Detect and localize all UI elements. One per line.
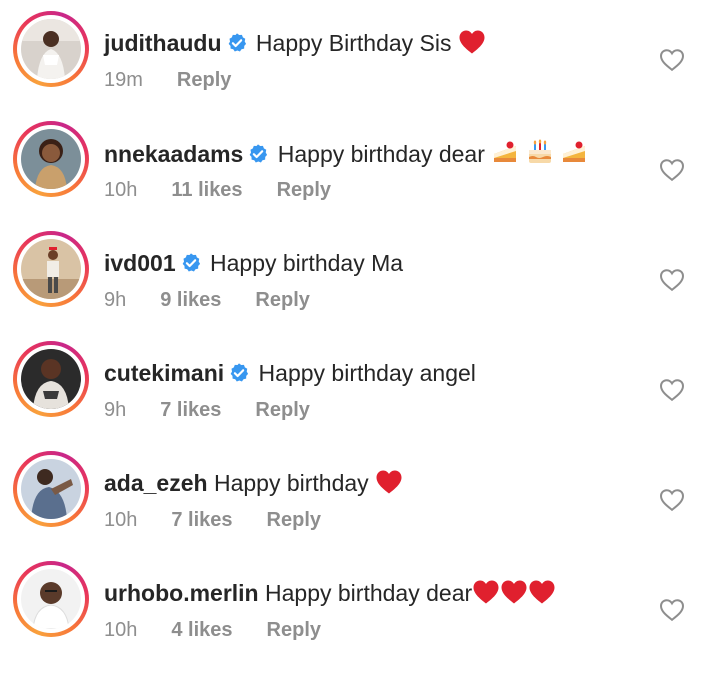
comment-item: ada_ezeh Happy birthday 10h 7 likes Reply	[0, 440, 720, 550]
comment-meta: 10h 4 likes Reply	[104, 617, 321, 643]
story-ring[interactable]	[13, 451, 89, 527]
birthday-cake-icon	[526, 138, 554, 173]
comment-meta: 19m Reply	[104, 67, 231, 93]
comment-text: Happy Birthday Sis	[255, 30, 452, 56]
comment-meta: 9h 9 likes Reply	[104, 287, 310, 313]
comment-meta: 10h 11 likes Reply	[104, 177, 331, 203]
comment-item: ivd001 Happy birthday Ma 9h 9 likes Reply	[0, 220, 720, 330]
comment-item: judithaudu Happy Birthday Sis 19m Reply	[0, 0, 720, 110]
timestamp: 10h	[104, 619, 138, 641]
comment-text: Happy birthday	[213, 470, 369, 496]
like-button[interactable]	[659, 488, 685, 512]
likes-count[interactable]: 7 likes	[171, 507, 232, 533]
comment-meta: 9h 7 likes Reply	[104, 397, 310, 423]
heart-outline-icon	[659, 49, 685, 76]
avatar[interactable]	[21, 19, 81, 79]
verified-badge-icon	[228, 361, 250, 391]
timestamp: 19m	[104, 69, 143, 91]
comment-text: Happy birthday dear	[265, 580, 473, 606]
comment-text: Happy birthday angel	[258, 360, 476, 386]
username-link[interactable]: judithaudu	[104, 30, 222, 56]
avatar[interactable]	[21, 129, 81, 189]
heart-outline-icon	[659, 489, 685, 516]
reply-button[interactable]: Reply	[267, 617, 321, 643]
likes-count[interactable]: 7 likes	[160, 397, 221, 423]
timestamp: 10h	[104, 179, 138, 201]
comment-line: judithaudu Happy Birthday Sis	[104, 28, 486, 62]
username-link[interactable]: ivd001	[104, 250, 176, 276]
timestamp: 9h	[104, 399, 127, 421]
comment-meta: 10h 7 likes Reply	[104, 507, 321, 533]
reply-button[interactable]: Reply	[255, 287, 309, 313]
comment-text: Happy birthday dear	[277, 141, 485, 167]
shortcake-icon	[491, 140, 519, 173]
reply-button[interactable]: Reply	[255, 397, 309, 423]
story-ring[interactable]	[13, 121, 89, 197]
username-link[interactable]: cutekimani	[104, 360, 224, 386]
like-button[interactable]	[659, 48, 685, 72]
story-ring[interactable]	[13, 341, 89, 417]
likes-count[interactable]: 4 likes	[171, 617, 232, 643]
red-heart-icon	[458, 29, 486, 62]
heart-outline-icon	[659, 599, 685, 626]
timestamp: 9h	[104, 289, 127, 311]
heart-outline-icon	[659, 269, 685, 296]
reply-button[interactable]: Reply	[277, 177, 331, 203]
red-heart-icon	[500, 579, 528, 612]
comment-item: cutekimani Happy birthday angel 9h 7 like…	[0, 330, 720, 440]
verified-badge-icon	[247, 142, 269, 172]
avatar[interactable]	[21, 569, 81, 629]
username-link[interactable]: ada_ezeh	[104, 470, 208, 496]
avatar[interactable]	[21, 459, 81, 519]
comment-item: urhobo.merlin Happy birthday dear 10h 4 l…	[0, 550, 720, 660]
reply-button[interactable]: Reply	[177, 67, 231, 93]
comment-line: nnekaadams Happy birthday dear	[104, 138, 588, 173]
red-heart-icon	[472, 579, 500, 612]
verified-badge-icon	[180, 251, 202, 281]
story-ring[interactable]	[13, 561, 89, 637]
comment-text: Happy birthday Ma	[210, 250, 404, 276]
story-ring[interactable]	[13, 11, 89, 87]
likes-count[interactable]: 9 likes	[160, 287, 221, 313]
timestamp: 10h	[104, 509, 138, 531]
heart-outline-icon	[659, 159, 685, 186]
comment-item: nnekaadams Happy birthday dear 10h 11 lik…	[0, 110, 720, 220]
like-button[interactable]	[659, 598, 685, 622]
like-button[interactable]	[659, 378, 685, 402]
comment-line: urhobo.merlin Happy birthday dear	[104, 578, 556, 612]
verified-badge-icon	[226, 31, 248, 61]
username-link[interactable]: urhobo.merlin	[104, 580, 259, 606]
comment-line: ada_ezeh Happy birthday	[104, 468, 403, 502]
username-link[interactable]: nnekaadams	[104, 141, 243, 167]
story-ring[interactable]	[13, 231, 89, 307]
shortcake-icon	[560, 140, 588, 173]
comment-line: cutekimani Happy birthday angel	[104, 358, 476, 391]
comment-line: ivd001 Happy birthday Ma	[104, 248, 403, 281]
like-button[interactable]	[659, 268, 685, 292]
likes-count[interactable]: 11 likes	[171, 177, 242, 203]
red-heart-icon	[375, 469, 403, 502]
avatar[interactable]	[21, 239, 81, 299]
comment-list: judithaudu Happy Birthday Sis 19m Reply	[0, 0, 720, 676]
red-heart-icon	[528, 579, 556, 612]
heart-outline-icon	[659, 379, 685, 406]
like-button[interactable]	[659, 158, 685, 182]
avatar[interactable]	[21, 349, 81, 409]
reply-button[interactable]: Reply	[267, 507, 321, 533]
